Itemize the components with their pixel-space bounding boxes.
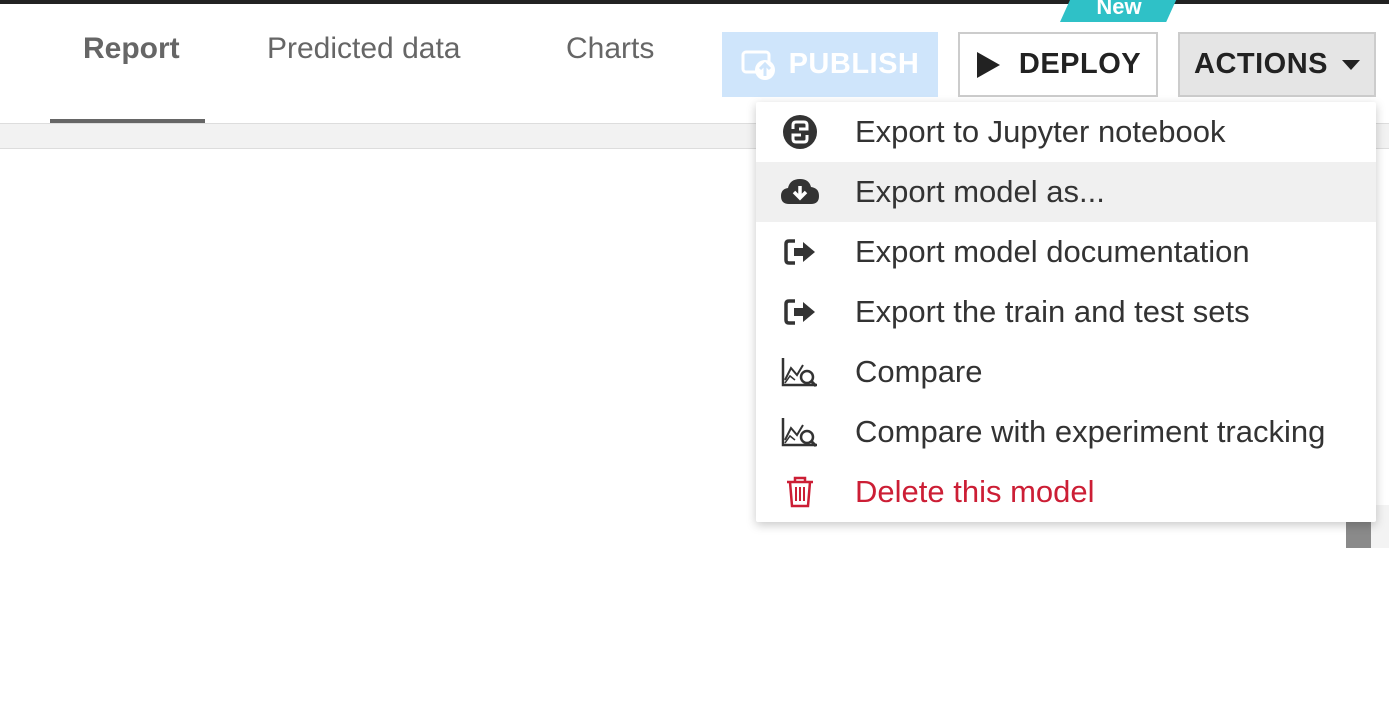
deploy-button[interactable]: DEPLOY [958,32,1158,97]
menu-item-label: Compare [855,354,983,389]
tab-predicted-data[interactable]: Predicted data [267,32,460,96]
menu-item-label: Export the train and test sets [855,294,1250,329]
caret-down-icon [1342,59,1360,70]
menu-item-compare[interactable]: Compare [756,342,1376,402]
tab-charts[interactable]: Charts [566,32,654,96]
menu-item-label: Delete this model [855,474,1095,509]
play-icon [975,51,1001,79]
menu-item-export-jupyter[interactable]: Export to Jupyter notebook [756,102,1376,162]
menu-item-export-documentation[interactable]: Export model documentation [756,222,1376,282]
menu-item-delete-model[interactable]: Delete this model [756,462,1376,522]
publish-icon [741,48,779,82]
publish-button[interactable]: PUBLISH [722,32,938,97]
menu-item-label: Export model documentation [855,234,1250,269]
menu-item-compare-experiment-tracking[interactable]: Compare with experiment tracking [756,402,1376,462]
cloud-download-icon [780,174,820,210]
actions-label: ACTIONS [1194,48,1328,80]
menu-item-label: Compare with experiment tracking [855,414,1326,449]
actions-menu: Export to Jupyter notebook Export model … [756,102,1376,522]
export-icon [780,234,820,270]
trash-icon [780,474,820,510]
deploy-label: DEPLOY [1018,48,1142,80]
tab-report[interactable]: Report [83,32,180,96]
new-badge: New [1060,0,1178,22]
menu-item-export-train-test[interactable]: Export the train and test sets [756,282,1376,342]
chart-compare-icon [780,414,820,450]
menu-item-label: Export to Jupyter notebook [855,114,1226,149]
menu-item-label: Export model as... [855,174,1105,209]
python-icon [780,114,820,150]
menu-item-export-model-as[interactable]: Export model as... [756,162,1376,222]
publish-label: PUBLISH [788,48,920,80]
export-icon [780,294,820,330]
chart-compare-icon [780,354,820,390]
actions-dropdown-button[interactable]: ACTIONS [1178,32,1376,97]
